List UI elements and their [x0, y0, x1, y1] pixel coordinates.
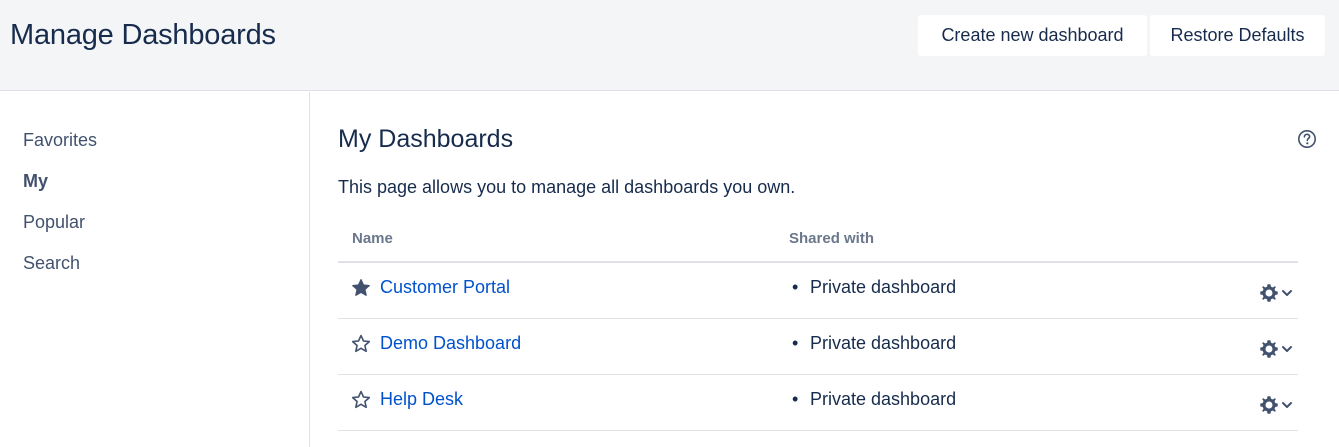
shared-with-value: Private dashboard [810, 389, 957, 409]
sidebar-item-search[interactable]: Search [23, 253, 80, 274]
dashboard-link[interactable]: Help Desk [380, 389, 463, 410]
table-row: Customer Portal • Private dashboard [338, 263, 1298, 319]
shared-with-cell: • Private dashboard [792, 277, 956, 298]
shared-with-value: Private dashboard [810, 333, 957, 353]
dashboard-link[interactable]: Demo Dashboard [380, 333, 521, 354]
sidebar-item-my[interactable]: My [23, 171, 48, 192]
bullet-icon: • [792, 333, 799, 353]
column-header-shared-with: Shared with [789, 230, 875, 247]
gear-icon [1258, 282, 1280, 304]
star-filled-icon[interactable] [351, 278, 371, 298]
dashboard-link[interactable]: Customer Portal [380, 277, 510, 298]
table-row: Demo Dashboard • Private dashboard [338, 319, 1298, 375]
sidebar: Favorites My Popular Search [0, 92, 310, 447]
main-content: My Dashboards This page allows you to ma… [338, 92, 1328, 447]
row-actions-menu[interactable] [1258, 337, 1300, 361]
restore-defaults-button[interactable]: Restore Defaults [1150, 15, 1325, 56]
column-header-name[interactable]: Name [352, 230, 393, 247]
page-header: Manage Dashboards Create new dashboard R… [0, 0, 1339, 91]
question-circle-icon[interactable] [1297, 129, 1317, 149]
page-description: This page allows you to manage all dashb… [338, 177, 796, 197]
page-title: Manage Dashboards [10, 19, 276, 51]
sidebar-item-favorites[interactable]: Favorites [23, 130, 97, 151]
chevron-down-icon [1280, 286, 1294, 300]
star-outline-icon[interactable] [351, 334, 371, 354]
row-actions-menu[interactable] [1258, 393, 1300, 417]
sidebar-item-popular[interactable]: Popular [23, 212, 85, 233]
star-outline-icon[interactable] [351, 390, 371, 410]
chevron-down-icon [1280, 342, 1294, 356]
create-dashboard-button[interactable]: Create new dashboard [918, 15, 1147, 56]
section-title: My Dashboards [338, 125, 514, 153]
table-row: Help Desk • Private dashboard [338, 375, 1298, 431]
gear-icon [1258, 394, 1280, 416]
shared-with-cell: • Private dashboard [792, 333, 956, 354]
bullet-icon: • [792, 389, 799, 409]
shared-with-cell: • Private dashboard [792, 389, 956, 410]
bullet-icon: • [792, 277, 799, 297]
chevron-down-icon [1280, 398, 1294, 412]
shared-with-value: Private dashboard [810, 277, 957, 297]
row-actions-menu[interactable] [1258, 281, 1300, 305]
gear-icon [1258, 338, 1280, 360]
